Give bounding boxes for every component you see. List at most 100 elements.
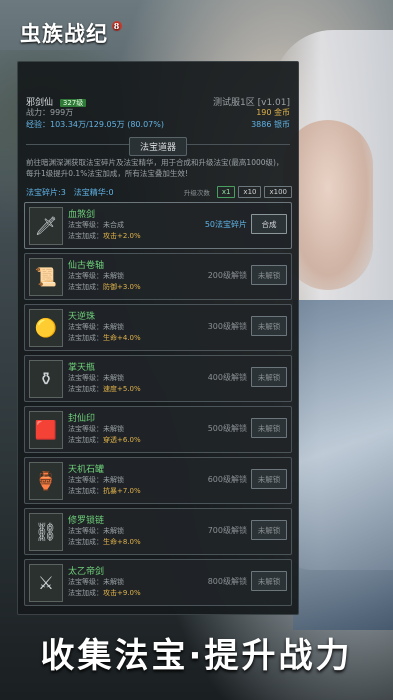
bonus-value: 穿透+6.0%	[103, 436, 141, 444]
treasure-requirement: 800级解锁	[207, 577, 247, 586]
treasure-row: ⚱ 掌天瓶 法宝等级：未解锁 法宝加成：速度+5.0% 400级解锁 未解锁	[24, 355, 292, 402]
game-logo: 虫族战纪 8	[20, 20, 122, 46]
treasure-name: 天逆珠	[68, 312, 96, 322]
gold-amount: 190 金币	[256, 108, 290, 117]
power-value: 999万	[50, 108, 74, 117]
multiplier-x10-button[interactable]: x10	[238, 186, 262, 198]
treasure-list: 🗡 血煞剑 法宝等级：未合成 法宝加成：攻击+2.0% 50法宝碎片 合成 📜 …	[24, 202, 292, 610]
jar-icon: 🏺	[29, 462, 63, 500]
treasure-bonus: 法宝加成：抗暴+7.0%	[68, 486, 141, 496]
treasure-panel: 邪剑仙 327级 测试服1区 [v1.01] 战力：999万 190 金币 经验…	[17, 61, 299, 615]
power-label: 战力：	[26, 108, 50, 117]
treasure-level: 法宝等级：未解锁	[68, 578, 124, 586]
treasure-bonus: 法宝加成：生命+4.0%	[68, 333, 141, 343]
bonus-label: 法宝加成：	[68, 283, 103, 291]
bonus-value: 攻击+2.0%	[103, 232, 141, 240]
upgrade-count-label: 升级次数	[183, 189, 210, 197]
locked-button[interactable]: 未解锁	[251, 367, 287, 387]
treasure-bonus: 法宝加成：攻击+9.0%	[68, 588, 141, 598]
locked-button[interactable]: 未解锁	[251, 265, 287, 285]
bonus-value: 速度+5.0%	[103, 385, 141, 393]
bonus-label: 法宝加成：	[68, 232, 103, 240]
treasure-name: 血煞剑	[68, 210, 96, 220]
sword-icon: 🗡	[29, 207, 63, 245]
bottle-icon: ⚱	[29, 360, 63, 398]
treasure-requirement: 400级解锁	[207, 373, 247, 382]
treasure-name: 天机石罐	[68, 465, 105, 475]
exp-value: 103.34万/129.05万 (80.07%)	[50, 120, 164, 129]
treasure-requirement: 200级解锁	[207, 271, 247, 280]
treasure-bonus: 法宝加成：穿透+6.0%	[68, 435, 141, 445]
treasure-name: 修罗锁链	[68, 516, 105, 526]
treasure-bonus: 法宝加成：生命+8.0%	[68, 537, 141, 547]
treasure-level: 法宝等级：未解锁	[68, 425, 124, 433]
treasure-name: 仙古卷轴	[68, 261, 105, 271]
bonus-value: 生命+4.0%	[103, 334, 141, 342]
locked-button[interactable]: 未解锁	[251, 571, 287, 591]
bonus-value: 抗暴+7.0%	[103, 487, 141, 495]
panel-title: 法宝道器	[128, 137, 188, 156]
chain-icon: ⛓	[29, 513, 63, 551]
bonus-label: 法宝加成：	[68, 334, 103, 342]
treasure-requirement: 500级解锁	[207, 424, 247, 433]
bonus-value: 防御+3.0%	[103, 283, 141, 291]
panel-description: 前往暗渊深渊获取法宝碎片及法宝精华，用于合成和升级法宝(最高1000级)，每升1…	[26, 158, 284, 178]
bonus-label: 法宝加成：	[68, 487, 103, 495]
exp-label: 经验：	[26, 120, 50, 129]
synthesize-button[interactable]: 合成	[251, 214, 287, 234]
treasure-level: 法宝等级：未解锁	[68, 323, 124, 331]
bonus-label: 法宝加成：	[68, 589, 103, 597]
treasure-row: 🟥 封仙印 法宝等级：未解锁 法宝加成：穿透+6.0% 500级解锁 未解锁	[24, 406, 292, 453]
treasure-level: 法宝等级：未解锁	[68, 272, 124, 280]
logo-badge: 8	[112, 21, 122, 31]
treasure-requirement: 300级解锁	[207, 322, 247, 331]
locked-button[interactable]: 未解锁	[251, 418, 287, 438]
treasure-row: 🟡 天逆珠 法宝等级：未解锁 法宝加成：生命+4.0% 300级解锁 未解锁	[24, 304, 292, 351]
treasure-name: 封仙印	[68, 414, 96, 424]
seal-icon: 🟥	[29, 411, 63, 449]
locked-button[interactable]: 未解锁	[251, 316, 287, 336]
treasure-bonus: 法宝加成：攻击+2.0%	[68, 231, 141, 241]
shards-count: 法宝碎片:3	[26, 187, 66, 197]
treasure-level: 法宝等级：未解锁	[68, 527, 124, 535]
essence-count: 法宝精华:0	[73, 187, 114, 197]
treasure-name: 太乙帝剑	[68, 567, 105, 577]
bonus-value: 攻击+9.0%	[103, 589, 141, 597]
treasure-level: 法宝等级：未合成	[68, 221, 124, 229]
player-level-badge: 327级	[59, 99, 87, 107]
scroll-icon: 📜	[29, 258, 63, 296]
treasure-level: 法宝等级：未解锁	[68, 476, 124, 484]
treasure-name: 掌天瓶	[68, 363, 96, 373]
stats-bar: 法宝碎片:3 法宝精华:0 升级次数 x1 x10 x100	[26, 185, 292, 199]
bonus-label: 法宝加成：	[68, 436, 103, 444]
promo-caption: 收集法宝·提升战力	[40, 635, 353, 676]
exp-row: 经验：103.34万/129.05万 (80.07%) 3886 银币	[26, 119, 290, 130]
treasure-row: ⚔ 太乙帝剑 法宝等级：未解锁 法宝加成：攻击+9.0% 800级解锁 未解锁	[24, 559, 292, 606]
treasure-requirement: 50法宝碎片	[204, 220, 247, 229]
treasure-row: 📜 仙古卷轴 法宝等级：未解锁 法宝加成：防御+3.0% 200级解锁 未解锁	[24, 253, 292, 300]
multiplier-x1-button[interactable]: x1	[216, 186, 236, 198]
treasure-row: 🏺 天机石罐 法宝等级：未解锁 法宝加成：抗暴+7.0% 600级解锁 未解锁	[24, 457, 292, 504]
locked-button[interactable]: 未解锁	[251, 469, 287, 489]
locked-button[interactable]: 未解锁	[251, 520, 287, 540]
treasure-bonus: 法宝加成：速度+5.0%	[68, 384, 141, 394]
game-logo-text: 虫族战纪	[20, 21, 108, 46]
bonus-label: 法宝加成：	[68, 385, 103, 393]
exp-group: 经验：103.34万/129.05万 (80.07%)	[26, 119, 164, 130]
multiplier-x100-button[interactable]: x100	[264, 186, 292, 198]
panel-title-bar: 法宝道器	[18, 135, 298, 156]
emperor-sword-icon: ⚔	[29, 564, 63, 602]
silver-amount: 3886 银币	[251, 120, 290, 129]
power-row: 战力：999万 190 金币	[26, 107, 290, 118]
power-group: 战力：999万	[26, 107, 73, 118]
character-robe-art	[293, 300, 393, 630]
treasure-level: 法宝等级：未解锁	[68, 374, 124, 382]
treasure-row: 🗡 血煞剑 法宝等级：未合成 法宝加成：攻击+2.0% 50法宝碎片 合成	[24, 202, 292, 249]
treasure-bonus: 法宝加成：防御+3.0%	[68, 282, 141, 292]
treasure-requirement: 700级解锁	[207, 526, 247, 535]
orb-icon: 🟡	[29, 309, 63, 347]
bonus-value: 生命+8.0%	[103, 538, 141, 546]
treasure-requirement: 600级解锁	[207, 475, 247, 484]
treasure-row: ⛓ 修罗锁链 法宝等级：未解锁 法宝加成：生命+8.0% 700级解锁 未解锁	[24, 508, 292, 555]
bonus-label: 法宝加成：	[68, 538, 103, 546]
